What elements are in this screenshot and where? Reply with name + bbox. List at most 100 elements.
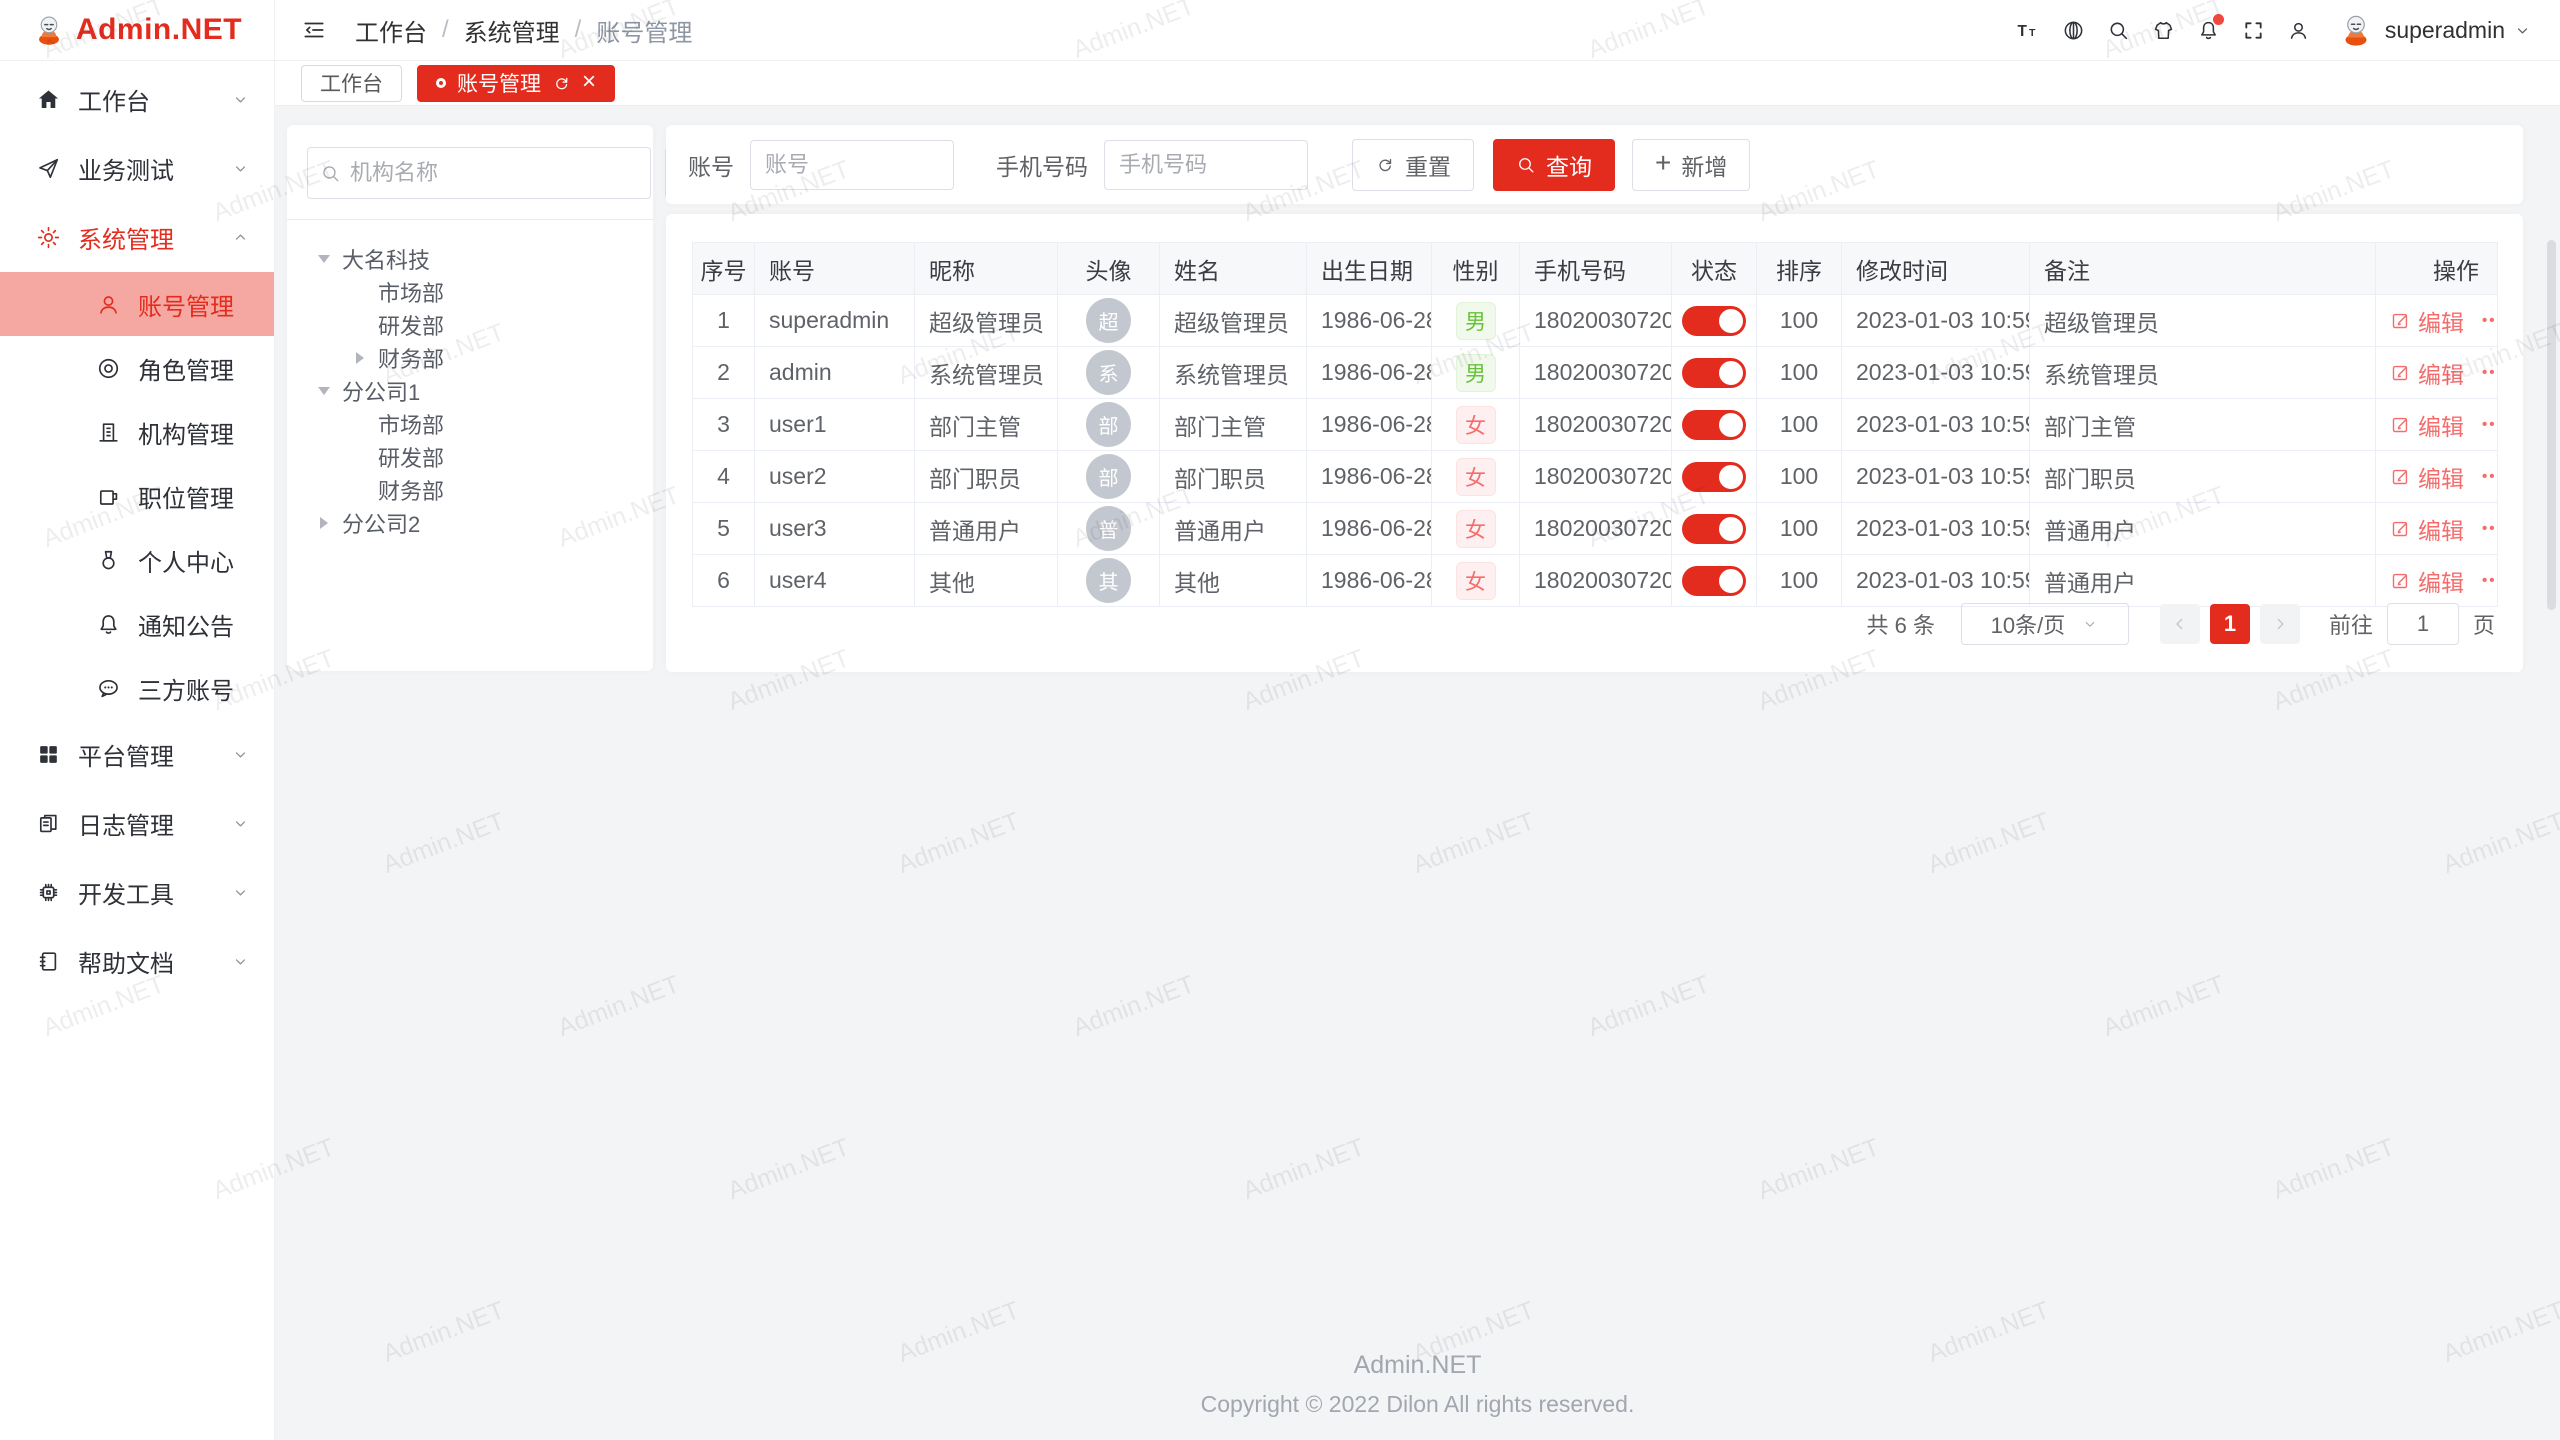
status-toggle[interactable] — [1682, 306, 1746, 336]
bell-icon — [96, 612, 121, 637]
sidebar-item-log-mgmt[interactable]: 日志管理 — [0, 789, 274, 858]
next-page-button[interactable] — [2260, 604, 2300, 644]
sidebar-item-role-mgmt[interactable]: 角色管理 — [0, 336, 274, 400]
tree-node[interactable]: 研发部 — [287, 308, 653, 341]
current-page[interactable]: 1 — [2210, 604, 2250, 644]
sidebar-item-workbench[interactable]: 工作台 — [0, 65, 274, 134]
cell-name: 部门职员 — [1160, 451, 1307, 503]
status-toggle[interactable] — [1682, 462, 1746, 492]
edit-button[interactable]: 编辑 — [2390, 408, 2464, 442]
add-button[interactable]: + 新增 — [1632, 139, 1750, 191]
theme-button[interactable] — [2141, 19, 2186, 42]
tree-node-label: 研发部 — [378, 309, 444, 341]
tree-node[interactable]: 研发部 — [287, 440, 653, 473]
global-search-button[interactable] — [2096, 19, 2141, 42]
reset-label: 重置 — [1405, 148, 1451, 182]
edit-button[interactable]: 编辑 — [2390, 564, 2464, 598]
avatar-badge: 普 — [1086, 506, 1131, 551]
username[interactable]: superadmin — [2385, 17, 2505, 44]
status-toggle[interactable] — [1682, 358, 1746, 388]
row-more-button[interactable]: ••• — [2482, 312, 2498, 329]
row-more-button[interactable]: ••• — [2482, 520, 2498, 537]
avatar[interactable] — [2337, 11, 2375, 49]
language-button[interactable] — [2051, 19, 2096, 42]
cell-status — [1672, 451, 1757, 503]
sidebar-item-profile-center[interactable]: 个人中心 — [0, 528, 274, 592]
tree-node[interactable]: 市场部 — [287, 275, 653, 308]
status-toggle[interactable] — [1682, 566, 1746, 596]
tree-node[interactable]: 财务部 — [287, 473, 653, 506]
scrollbar-thumb[interactable] — [2547, 240, 2556, 610]
row-more-button[interactable]: ••• — [2482, 416, 2498, 433]
account-input[interactable] — [750, 140, 954, 190]
tab-account-mgmt[interactable]: 账号管理 × — [417, 65, 615, 102]
reset-button[interactable]: 重置 — [1352, 139, 1474, 191]
tree-node[interactable]: 分公司1 — [287, 374, 653, 407]
org-search-box[interactable] — [307, 147, 651, 199]
cell-avatar: 系 — [1058, 347, 1160, 399]
cell-status — [1672, 503, 1757, 555]
sidebar-item-third-party[interactable]: 三方账号 — [0, 656, 274, 720]
search-button[interactable]: 查询 — [1493, 139, 1615, 191]
cell-status — [1672, 295, 1757, 347]
status-toggle[interactable] — [1682, 514, 1746, 544]
tree-node[interactable]: 大名科技 — [287, 242, 653, 275]
org-name-input[interactable] — [350, 160, 638, 186]
edit-button[interactable]: 编辑 — [2390, 356, 2464, 390]
prev-page-button[interactable] — [2160, 604, 2200, 644]
cell-order: 100 — [1757, 451, 1842, 503]
column-header-status: 状态 — [1672, 243, 1757, 295]
caret-down-icon[interactable] — [315, 255, 332, 263]
menu-fold-icon[interactable] — [301, 17, 327, 43]
font-size-button[interactable]: TT — [2006, 19, 2051, 42]
close-icon[interactable]: × — [582, 70, 596, 94]
sidebar-item-account-mgmt[interactable]: 账号管理 — [0, 272, 274, 336]
table-header-row: 序号账号昵称头像姓名出生日期性别手机号码状态排序修改时间备注操作 — [693, 243, 2498, 295]
sidebar-item-business-test[interactable]: 业务测试 — [0, 134, 274, 203]
goto-page-input[interactable] — [2387, 603, 2459, 645]
tree-node[interactable]: 分公司2 — [287, 506, 653, 539]
edit-button[interactable]: 编辑 — [2390, 512, 2464, 546]
caret-down-icon[interactable] — [315, 387, 332, 395]
sidebar-item-dev-tools[interactable]: 开发工具 — [0, 858, 274, 927]
caret-right-icon[interactable] — [315, 517, 332, 529]
font-size-icon: TT — [2017, 19, 2040, 42]
edit-button[interactable]: 编辑 — [2390, 460, 2464, 494]
status-toggle[interactable] — [1682, 410, 1746, 440]
logo-mascot-icon — [32, 13, 66, 47]
notification-button[interactable] — [2186, 19, 2231, 42]
tab-workbench[interactable]: 工作台 — [301, 65, 402, 102]
row-more-button[interactable]: ••• — [2482, 468, 2498, 485]
logo[interactable]: Admin.NET — [0, 0, 274, 61]
row-more-button[interactable]: ••• — [2482, 572, 2498, 589]
sidebar-item-help-docs[interactable]: 帮助文档 — [0, 927, 274, 996]
caret-right-icon[interactable] — [351, 352, 368, 364]
page-size-select[interactable]: 10条/页 — [1961, 603, 2129, 645]
breadcrumb-item-system-mgmt[interactable]: 系统管理 — [464, 13, 560, 48]
tree-node[interactable]: 市场部 — [287, 407, 653, 440]
cell-status — [1672, 555, 1757, 607]
refresh-icon[interactable] — [552, 74, 571, 93]
cell-birth-date: 1986-06-28 — [1307, 347, 1432, 399]
edit-label: 编辑 — [2418, 512, 2464, 546]
edit-button[interactable]: 编辑 — [2390, 304, 2464, 338]
chevron-down-icon[interactable] — [2513, 21, 2532, 40]
tree-node[interactable]: 财务部 — [287, 341, 653, 374]
sidebar-item-notice[interactable]: 通知公告 — [0, 592, 274, 656]
sidebar-item-org-mgmt[interactable]: 机构管理 — [0, 400, 274, 464]
watermark-text: Admin.NET — [724, 1133, 854, 1206]
chevron-down-icon — [2081, 615, 2099, 633]
sidebar-item-label: 职位管理 — [138, 479, 234, 514]
column-header-name: 姓名 — [1160, 243, 1307, 295]
sidebar-item-system-mgmt[interactable]: 系统管理 — [0, 203, 274, 272]
breadcrumb-item-workbench[interactable]: 工作台 — [355, 13, 427, 48]
cell-remark: 普通用户 — [2030, 555, 2376, 607]
sidebar-item-position-mgmt[interactable]: 职位管理 — [0, 464, 274, 528]
sidebar-item-platform-mgmt[interactable]: 平台管理 — [0, 720, 274, 789]
profile-button[interactable] — [2276, 19, 2321, 42]
phone-input[interactable] — [1104, 140, 1308, 190]
row-more-button[interactable]: ••• — [2482, 364, 2498, 381]
fullscreen-button[interactable] — [2231, 19, 2276, 42]
position-icon — [96, 484, 121, 509]
pagination: 共 6 条 10条/页 1 前往 页 — [1867, 602, 2496, 646]
